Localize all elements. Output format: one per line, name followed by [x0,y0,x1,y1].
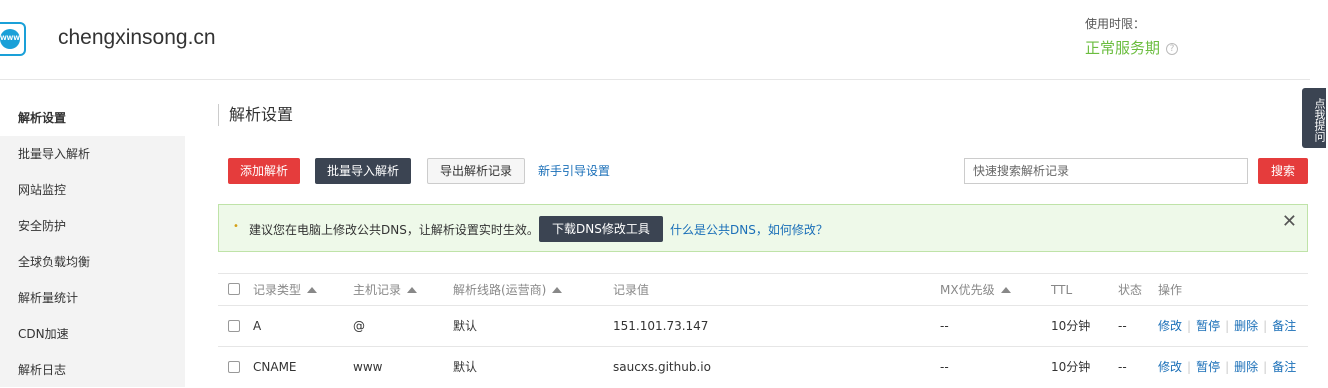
record-host: www [353,360,383,374]
pause-link[interactable]: 暂停 [1196,319,1220,333]
record-ops: 修改 | 暂停 | 删除 | 备注 [1158,306,1296,347]
sidebar-item-load-balance[interactable]: 全球负载均衡 [0,244,185,280]
add-record-button[interactable]: 添加解析 [228,158,301,184]
search-button[interactable]: 搜索 [1258,158,1308,184]
record-type: A [253,319,262,333]
header-host[interactable]: 主机记录 [353,274,418,306]
feedback-tab[interactable]: 点我提问 [1302,88,1326,148]
sidebar-item-log[interactable]: 解析日志 [0,352,185,388]
op-separator: | [1225,319,1230,333]
header-value: 记录值 [613,283,650,297]
note-link[interactable]: 备注 [1272,319,1296,333]
delete-link[interactable]: 删除 [1234,360,1258,374]
op-separator: | [1187,360,1192,374]
header: WWW chengxinsong.cn 使用时限： 正常服务期? [0,0,1310,80]
record-type: CNAME [253,360,297,374]
record-ops: 修改 | 暂停 | 删除 | 备注 [1158,347,1296,388]
delete-link[interactable]: 删除 [1234,319,1258,333]
close-icon[interactable]: ✕ [1282,211,1297,232]
op-separator: | [1187,319,1192,333]
record-status: -- [1118,319,1127,333]
help-icon[interactable]: ? [1166,43,1179,55]
sidebar-item-dns-settings[interactable]: 解析设置 [0,100,185,136]
record-ttl: 10分钟 [1051,360,1091,374]
op-separator: | [1225,360,1230,374]
table-header-row: 记录类型 主机记录 解析线路(运营商) 记录值 MX优先级 TTL 状态 操作 [218,273,1308,305]
sidebar-item-site-monitor[interactable]: 网站监控 [0,172,185,208]
header-line[interactable]: 解析线路(运营商) [453,274,563,306]
guide-settings-link[interactable]: 新手引导设置 [538,162,610,179]
notice-text: 建议您在电脑上修改公共DNS，让解析设置实时生效。 [249,223,539,237]
download-dns-tool-button[interactable]: 下载DNS修改工具 [539,216,663,242]
header-ttl: TTL [1051,283,1073,297]
table-row: CNAME www 默认 saucxs.github.io -- 10分钟 --… [218,346,1308,387]
public-dns-help-link[interactable]: 什么是公共DNS，如何修改？ [670,221,828,238]
dns-notice: • 建议您在电脑上修改公共DNS，让解析设置实时生效。 下载DNS修改工具 什么… [218,204,1308,252]
page-title: 解析设置 [218,104,293,126]
expire-status: 正常服务期? [1085,37,1179,58]
edit-link[interactable]: 修改 [1158,319,1182,333]
edit-link[interactable]: 修改 [1158,360,1182,374]
header-line-label: 解析线路(运营商) [453,283,547,297]
record-mx: -- [940,319,949,333]
sort-up-icon [552,287,563,293]
table-row: A @ 默认 151.101.73.147 -- 10分钟 -- 修改 | 暂停 | 删… [218,305,1308,346]
expire-value: 正常服务期 [1085,39,1161,57]
sidebar-item-security[interactable]: 安全防护 [0,208,185,244]
note-link[interactable]: 备注 [1272,360,1296,374]
row-checkbox[interactable] [228,320,240,332]
row-checkbox[interactable] [228,361,240,373]
header-mx[interactable]: MX优先级 [940,274,1011,306]
sidebar-item-batch-import[interactable]: 批量导入解析 [0,136,185,172]
op-separator: | [1263,360,1268,374]
op-separator: | [1263,319,1268,333]
record-line: 默认 [453,319,478,333]
select-all-checkbox[interactable] [228,283,240,295]
record-ttl: 10分钟 [1051,319,1091,333]
record-host: @ [353,319,365,333]
sidebar: 解析设置 批量导入解析 网站监控 安全防护 全球负载均衡 解析量统计 CDN加速… [0,100,185,387]
header-status: 状态 [1118,283,1143,297]
expire-label: 使用时限： [1085,17,1146,31]
record-value: saucxs.github.io [613,360,711,374]
header-ops: 操作 [1158,283,1183,297]
header-host-label: 主机记录 [353,283,402,297]
search-input[interactable] [964,158,1248,184]
notice-bullet: • [233,221,239,232]
export-records-button[interactable]: 导出解析记录 [427,158,526,184]
header-type[interactable]: 记录类型 [253,274,318,306]
records-table: 记录类型 主机记录 解析线路(运营商) 记录值 MX优先级 TTL 状态 操作 … [218,273,1308,387]
domain-title: chengxinsong.cn [58,26,216,49]
sort-up-icon [1000,287,1011,293]
sort-up-icon [407,287,418,293]
header-mx-label: MX优先级 [940,283,995,297]
record-line: 默认 [453,360,478,374]
sort-up-icon [307,287,318,293]
record-status: -- [1118,360,1127,374]
globe-icon: WWW [0,29,20,49]
header-type-label: 记录类型 [253,283,302,297]
record-value: 151.101.73.147 [613,319,709,333]
site-logo: WWW [0,22,26,56]
sidebar-item-statistics[interactable]: 解析量统计 [0,280,185,316]
batch-import-button[interactable]: 批量导入解析 [315,158,412,184]
sidebar-item-cdn[interactable]: CDN加速 [0,316,185,352]
pause-link[interactable]: 暂停 [1196,360,1220,374]
record-mx: -- [940,360,949,374]
